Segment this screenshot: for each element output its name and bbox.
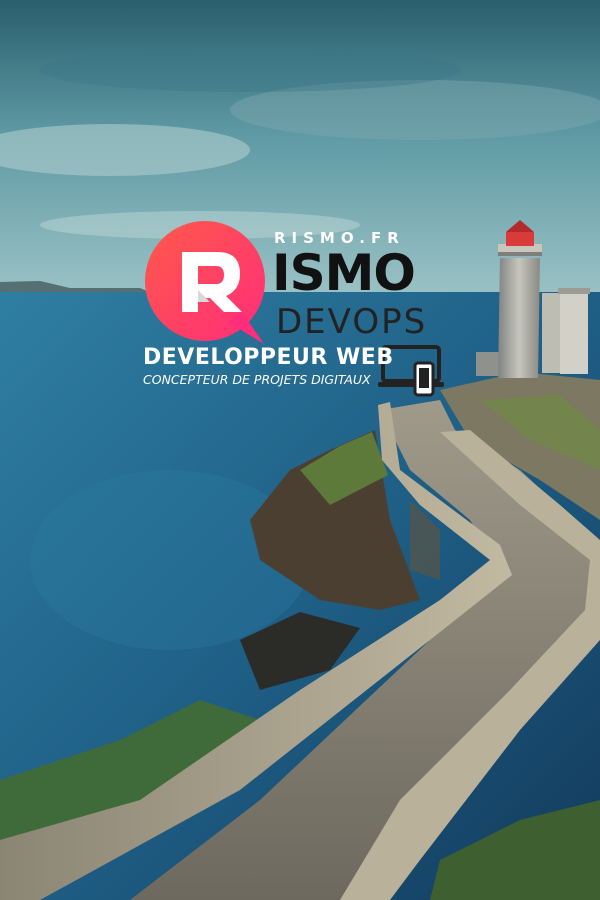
- tagline-sub: CONCEPTEUR DE PROJETS DIGITAUX: [143, 372, 371, 387]
- poster: RISMO.FR ISMO DEVOPS DEVELOPPEUR WEB CON…: [0, 0, 600, 900]
- phone-icon: [413, 361, 435, 397]
- logo-r-icon: [145, 221, 265, 344]
- tagline-main: DEVELOPPEUR WEB: [143, 345, 394, 370]
- brand-subtitle: DEVOPS: [276, 302, 428, 342]
- brand-name: ISMO: [272, 244, 416, 302]
